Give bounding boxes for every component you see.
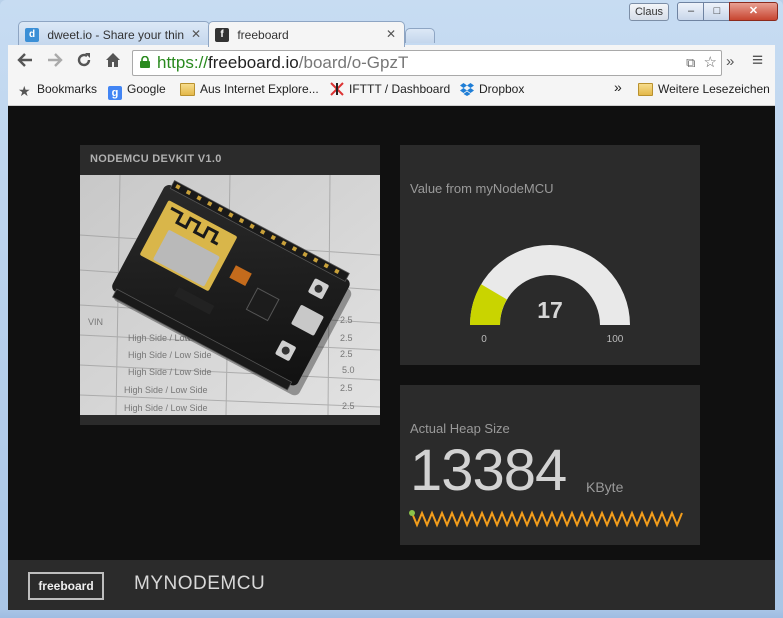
chrome-menu-icon[interactable]: ≡ — [752, 50, 763, 72]
gauge-max: 100 — [607, 334, 624, 345]
heap-unit: KByte — [586, 479, 624, 495]
omnibox-actions: ⧉ ☆ — [686, 53, 717, 71]
reload-button[interactable] — [73, 51, 95, 73]
sheet-value: 2.5 — [340, 383, 353, 393]
star-icon: ★ — [18, 83, 31, 99]
extensions-overflow-icon[interactable]: » — [726, 53, 734, 70]
user-profile-badge[interactable]: Claus — [629, 3, 669, 21]
sparkline-start-marker — [409, 510, 415, 516]
maximize-button[interactable]: □ — [703, 2, 731, 21]
tab-close-icon[interactable]: ✕ — [386, 22, 396, 46]
minimize-button[interactable]: – — [677, 2, 705, 21]
folder-icon — [638, 83, 653, 96]
gauge-value: 17 — [537, 297, 563, 323]
reload-icon — [77, 53, 91, 67]
tab-label: freeboard — [237, 27, 289, 42]
sheet-value: 2.5 — [342, 401, 355, 411]
pane-nodemcu-image: NODEMCU DEVKIT V1.0 VIN High Side / Low … — [80, 145, 380, 425]
dweet-favicon-icon: d — [25, 27, 39, 42]
back-arrow-icon — [17, 53, 32, 67]
sheet-value: 2.5 — [340, 349, 353, 359]
sheet-row-label: High Side / Low Side — [128, 350, 212, 360]
browser-toolbar: https://freeboard.io/board/o-GpzT ⧉ ☆ » … — [8, 45, 775, 106]
folder-icon — [180, 83, 195, 96]
sheet-row-label: VIN — [88, 317, 103, 327]
dropbox-icon — [460, 82, 474, 96]
ifttt-icon — [330, 82, 344, 96]
secure-lock-icon — [140, 56, 150, 68]
home-button[interactable] — [102, 51, 124, 73]
sheet-row-label: High Side / Low Side — [128, 367, 212, 377]
bookmark-item[interactable]: Dropbox — [460, 81, 524, 97]
freeboard-logo-button[interactable]: freeboard — [28, 572, 104, 600]
browser-window: Claus – □ ✕ d dweet.io - Share your thin… — [0, 0, 783, 618]
sheet-value: 2.5 — [340, 315, 353, 325]
home-icon — [106, 53, 120, 67]
sheet-value: 5.0 — [342, 365, 355, 375]
other-bookmarks[interactable]: Weitere Lesezeichen — [638, 81, 770, 97]
bookmark-item[interactable]: ★ Bookmarks — [18, 81, 97, 98]
tab-label: dweet.io - Share your thin — [47, 27, 185, 42]
tab-freeboard[interactable]: f freeboard ✕ — [208, 21, 405, 47]
bookmark-item[interactable]: Aus Internet Explore... — [180, 81, 319, 97]
sparkline-series — [411, 510, 683, 528]
forward-button[interactable] — [44, 51, 66, 73]
sheet-row-label: High Side / Low Side — [124, 385, 208, 395]
bookmarks-overflow-icon[interactable]: » — [614, 79, 622, 95]
sheet-value: 2.5 — [340, 333, 353, 343]
bookmark-item[interactable]: IFTTT / Dashboard — [330, 81, 450, 97]
heap-sparkline — [409, 510, 683, 528]
heap-value: 13384 — [410, 438, 567, 503]
board-name: MYNODEMCU — [134, 573, 266, 594]
heap-label: Actual Heap Size — [410, 421, 510, 436]
google-icon: g — [108, 86, 122, 100]
translate-icon[interactable]: ⧉ — [686, 55, 695, 70]
gauge-min: 0 — [481, 334, 487, 345]
nodemcu-photo: VIN High Side / Low Side High Side / Low… — [80, 175, 380, 415]
address-bar[interactable]: https://freeboard.io/board/o-GpzT ⧉ ☆ — [132, 50, 722, 76]
close-window-button[interactable]: ✕ — [729, 2, 778, 21]
tab-close-icon[interactable]: ✕ — [191, 22, 201, 46]
url-text: https://freeboard.io/board/o-GpzT — [157, 53, 409, 72]
tab-dweet[interactable]: d dweet.io - Share your thin ✕ — [18, 21, 210, 46]
back-button[interactable] — [14, 51, 36, 73]
gauge-widget: 17 0 100 — [470, 245, 630, 345]
sheet-row-label: High Side / Low Side — [124, 403, 208, 413]
bookmarks-bar: ★ Bookmarks g Google Aus Internet Explore.… — [8, 78, 775, 100]
freeboard-favicon-icon: f — [215, 27, 229, 42]
pane-title: NODEMCU DEVKIT V1.0 — [90, 153, 222, 165]
new-tab-button[interactable] — [405, 28, 435, 43]
pane-heap-size: Actual Heap Size 13384 KByte — [400, 385, 700, 545]
bookmark-star-icon[interactable]: ☆ — [704, 54, 717, 71]
forward-arrow-icon — [48, 53, 63, 67]
pane-gauge: Value from myNodeMCU 17 0 100 — [400, 145, 700, 365]
bookmark-item[interactable]: g Google — [108, 81, 166, 100]
window-bottom-edge — [0, 610, 783, 618]
freeboard-footer: freeboard MYNODEMCU — [8, 560, 775, 610]
freeboard-dashboard: NODEMCU DEVKIT V1.0 VIN High Side / Low … — [8, 106, 775, 560]
